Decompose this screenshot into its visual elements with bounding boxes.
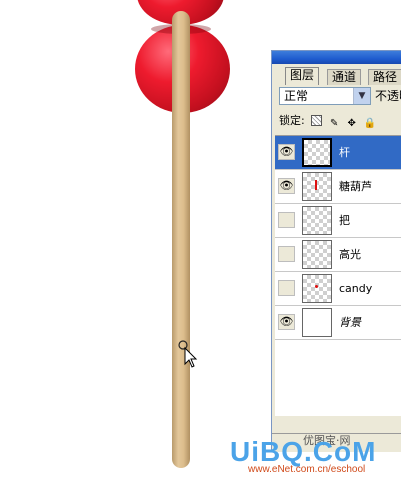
layers-panel: 通道 路径 图层 正常 ▼ 不透明 锁定: ✎ ✥ 🔒 👁 杆 👁 糖葫芦 xyxy=(271,50,401,452)
layer-thumbnail xyxy=(302,206,332,235)
lock-all-icon[interactable]: 🔒 xyxy=(364,118,376,129)
lock-row: 锁定: ✎ ✥ 🔒 xyxy=(279,113,376,131)
mouse-cursor-icon xyxy=(178,340,198,368)
lock-move-icon[interactable]: ✥ xyxy=(346,118,357,129)
layer-row[interactable]: 高光 xyxy=(275,238,401,272)
layer-thumbnail xyxy=(302,274,332,303)
eye-icon[interactable]: 👁 xyxy=(278,144,295,160)
tab-channels[interactable]: 通道 xyxy=(327,69,362,85)
layer-thumbnail xyxy=(302,172,332,201)
layer-row[interactable]: 👁 背景 xyxy=(275,306,401,340)
blend-mode-select[interactable]: 正常 ▼ xyxy=(279,87,371,105)
watermark-logo: UiBQ.CoM xyxy=(230,436,377,467)
layer-row[interactable]: candy xyxy=(275,272,401,306)
chevron-down-icon[interactable]: ▼ xyxy=(353,88,370,104)
lock-brush-icon[interactable]: ✎ xyxy=(329,118,340,129)
eye-icon[interactable] xyxy=(278,246,295,262)
layer-name: candy xyxy=(339,282,373,295)
eye-icon[interactable]: 👁 xyxy=(278,178,295,194)
layer-row[interactable]: 👁 糖葫芦 xyxy=(275,170,401,204)
layer-row[interactable]: 👁 杆 xyxy=(275,136,401,170)
layer-name: 糖葫芦 xyxy=(339,180,372,193)
layer-name: 高光 xyxy=(339,248,361,261)
eye-icon[interactable] xyxy=(278,212,295,228)
layer-name: 背景 xyxy=(339,316,361,329)
layer-thumbnail xyxy=(302,138,332,167)
layer-thumbnail xyxy=(302,240,332,269)
tab-layers[interactable]: 图层 xyxy=(285,67,320,85)
tab-paths[interactable]: 路径 xyxy=(368,69,401,85)
watermark-url: www.eNet.com.cn/eschool xyxy=(248,464,366,475)
lock-transparency-icon[interactable] xyxy=(311,115,323,126)
blend-mode-value: 正常 xyxy=(284,89,309,103)
panel-tabbar: 通道 路径 图层 xyxy=(275,67,401,85)
candy-stick xyxy=(172,11,190,468)
eye-icon[interactable]: 👁 xyxy=(278,314,295,330)
lock-label: 锁定: xyxy=(279,114,305,127)
opacity-label: 不透明 xyxy=(375,89,401,103)
panel-titlebar[interactable] xyxy=(272,51,401,64)
layer-thumbnail xyxy=(302,308,332,337)
layer-name: 把 xyxy=(339,214,350,227)
layers-list: 👁 杆 👁 糖葫芦 把 高光 candy 👁 背景 xyxy=(275,135,401,416)
eye-icon[interactable] xyxy=(278,280,295,296)
layer-name: 杆 xyxy=(339,146,350,159)
layer-row[interactable]: 把 xyxy=(275,204,401,238)
